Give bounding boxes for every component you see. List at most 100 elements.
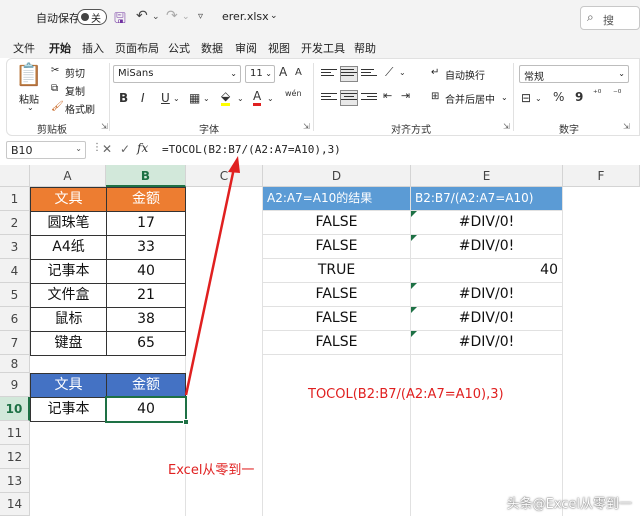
left-align-icon[interactable] bbox=[321, 91, 337, 105]
cut-icon[interactable]: ✂ bbox=[51, 65, 59, 76]
table1-cell-b2[interactable]: 17 bbox=[106, 211, 186, 236]
middle-align-icon[interactable] bbox=[340, 66, 358, 82]
right-align-icon[interactable] bbox=[361, 91, 377, 105]
results-header-d[interactable]: A2:A7=A10的结果 bbox=[263, 187, 411, 211]
row-header-13[interactable]: 13 bbox=[0, 469, 30, 493]
row-header-2[interactable]: 2 bbox=[0, 211, 30, 235]
font-launcher-icon[interactable]: ⇲ bbox=[303, 122, 310, 131]
tab-insert[interactable]: 插入 bbox=[82, 40, 104, 56]
name-box[interactable]: B10 ⌄ bbox=[6, 141, 86, 159]
merge-icon[interactable]: ⊞ bbox=[431, 91, 439, 102]
phonetic-icon[interactable]: wén bbox=[285, 89, 302, 98]
table1-cell-b7[interactable]: 65 bbox=[106, 331, 186, 356]
font-name-box[interactable]: MiSans ⌄ bbox=[113, 65, 241, 83]
table1-cell-b5[interactable]: 21 bbox=[106, 283, 186, 308]
table1-header-stationery[interactable]: 文具 bbox=[30, 187, 107, 212]
currency-icon[interactable]: ⊟ bbox=[521, 91, 531, 105]
table1-cell-a4[interactable]: 记事本 bbox=[30, 259, 107, 284]
table1-cell-a7[interactable]: 键盘 bbox=[30, 331, 107, 356]
column-header-c[interactable]: C bbox=[186, 165, 263, 187]
decrease-font-icon[interactable]: A bbox=[295, 67, 302, 78]
font-size-dropdown-icon[interactable]: ⌄ bbox=[265, 69, 272, 78]
wrap-text-icon[interactable]: ↵ bbox=[431, 67, 439, 78]
format-painter-button[interactable]: 格式刷 bbox=[65, 101, 95, 116]
result-d2[interactable]: FALSE bbox=[263, 211, 411, 235]
table2-cell-b10[interactable]: 40 bbox=[106, 397, 186, 422]
customize-quick-access-icon[interactable]: ▿ bbox=[198, 11, 203, 22]
table1-cell-a5[interactable]: 文件盒 bbox=[30, 283, 107, 308]
table1-cell-a2[interactable]: 圆珠笔 bbox=[30, 211, 107, 236]
border-dropdown-icon[interactable]: ⌄ bbox=[203, 94, 210, 103]
row-header-4[interactable]: 4 bbox=[0, 259, 30, 283]
row-header-9[interactable]: 9 bbox=[0, 373, 30, 397]
more-options-icon[interactable]: ⋮ bbox=[92, 142, 102, 153]
alignment-launcher-icon[interactable]: ⇲ bbox=[503, 122, 510, 131]
results-header-e[interactable]: B2:B7/(A2:A7=A10) bbox=[411, 187, 563, 211]
center-align-icon[interactable] bbox=[340, 90, 358, 106]
table2-header-amount[interactable]: 金额 bbox=[106, 373, 186, 398]
number-format-dropdown-icon[interactable]: ⌄ bbox=[618, 69, 625, 78]
merge-center-button[interactable]: 合并后居中 bbox=[445, 91, 495, 106]
increase-indent-icon[interactable]: ⇥ bbox=[401, 89, 410, 102]
orientation-icon[interactable]: ⟋ bbox=[385, 65, 393, 80]
tab-file[interactable]: 文件 bbox=[13, 40, 35, 56]
decrease-decimal-icon[interactable]: ⁻⁰ bbox=[613, 89, 621, 99]
wrap-text-button[interactable]: 自动换行 bbox=[445, 67, 485, 82]
undo-icon[interactable]: ↶ bbox=[136, 8, 148, 24]
name-box-dropdown-icon[interactable]: ⌄ bbox=[75, 144, 82, 153]
tab-view[interactable]: 视图 bbox=[268, 40, 290, 56]
fill-color-icon[interactable]: ⬙ bbox=[221, 89, 231, 106]
table2-cell-a10[interactable]: 记事本 bbox=[30, 397, 107, 422]
result-d7[interactable]: FALSE bbox=[263, 331, 411, 355]
increase-font-icon[interactable]: A bbox=[279, 65, 287, 79]
top-align-icon[interactable] bbox=[321, 67, 337, 81]
bold-button[interactable]: B bbox=[119, 91, 128, 105]
row-header-11[interactable]: 11 bbox=[0, 421, 30, 445]
result-e6[interactable]: #DIV/0! bbox=[411, 307, 563, 331]
redo-dropdown-icon[interactable]: ⌄ bbox=[182, 12, 190, 22]
tab-review[interactable]: 审阅 bbox=[235, 40, 257, 56]
font-color-dropdown-icon[interactable]: ⌄ bbox=[267, 94, 274, 103]
select-all-corner[interactable] bbox=[0, 165, 30, 187]
autosave-toggle[interactable]: 关 bbox=[77, 9, 107, 25]
number-launcher-icon[interactable]: ⇲ bbox=[623, 122, 630, 131]
italic-button[interactable]: I bbox=[141, 91, 145, 105]
font-color-icon[interactable]: A bbox=[253, 89, 262, 106]
row-header-5[interactable]: 5 bbox=[0, 283, 30, 307]
result-d5[interactable]: FALSE bbox=[263, 283, 411, 307]
currency-dropdown-icon[interactable]: ⌄ bbox=[535, 94, 542, 103]
redo-icon[interactable]: ↷ bbox=[166, 8, 178, 24]
undo-dropdown-icon[interactable]: ⌄ bbox=[152, 12, 160, 22]
column-header-e[interactable]: E bbox=[411, 165, 563, 187]
format-painter-icon[interactable]: 🖌 bbox=[51, 101, 64, 112]
result-e7[interactable]: #DIV/0! bbox=[411, 331, 563, 355]
font-size-box[interactable]: 11 ⌄ bbox=[245, 65, 275, 83]
fill-color-dropdown-icon[interactable]: ⌄ bbox=[237, 94, 244, 103]
column-header-d[interactable]: D bbox=[263, 165, 411, 187]
result-d3[interactable]: FALSE bbox=[263, 235, 411, 259]
row-header-1[interactable]: 1 bbox=[0, 187, 30, 211]
result-e3[interactable]: #DIV/0! bbox=[411, 235, 563, 259]
paste-dropdown-icon[interactable]: ⌄ bbox=[27, 103, 34, 112]
insert-function-button[interactable]: fx bbox=[137, 141, 148, 155]
paste-icon[interactable]: 📋 bbox=[15, 63, 42, 88]
result-e2[interactable]: #DIV/0! bbox=[411, 211, 563, 235]
row-header-6[interactable]: 6 bbox=[0, 307, 30, 331]
row-header-10[interactable]: 10 bbox=[0, 397, 30, 421]
underline-dropdown-icon[interactable]: ⌄ bbox=[173, 94, 180, 103]
column-header-b[interactable]: B bbox=[106, 165, 186, 187]
underline-button[interactable]: U bbox=[161, 91, 170, 105]
decrease-indent-icon[interactable]: ⇤ bbox=[383, 89, 392, 102]
tab-formulas[interactable]: 公式 bbox=[168, 40, 190, 56]
search-box[interactable]: ⌕ 搜 bbox=[580, 6, 640, 30]
row-header-14[interactable]: 14 bbox=[0, 493, 30, 516]
border-icon[interactable]: ▦ bbox=[189, 91, 200, 105]
save-icon[interactable]: 🖫 bbox=[114, 8, 126, 32]
table1-cell-a3[interactable]: A4纸 bbox=[30, 235, 107, 260]
font-name-dropdown-icon[interactable]: ⌄ bbox=[230, 69, 237, 78]
percent-button[interactable]: % bbox=[553, 90, 564, 104]
filename-dropdown-icon[interactable]: ⌄ bbox=[270, 11, 278, 21]
tab-developer[interactable]: 开发工具 bbox=[301, 40, 345, 56]
enter-icon[interactable]: ✓ bbox=[120, 142, 130, 156]
copy-icon[interactable]: ⧉ bbox=[51, 83, 58, 94]
